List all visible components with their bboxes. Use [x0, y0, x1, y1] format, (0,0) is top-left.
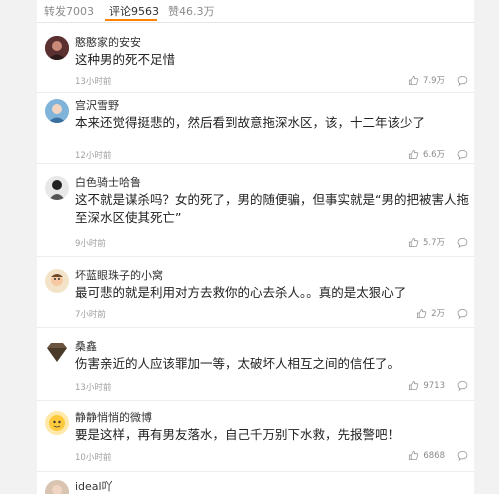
avatar[interactable] [45, 269, 69, 293]
avatar-image-icon [45, 411, 69, 435]
tab-comments[interactable]: 评论9563 [109, 3, 159, 19]
thumbs-up-icon[interactable] [408, 149, 419, 160]
comment-text: 要是这样，再有男友落水，自己千万别下水救，先报警吧！ [75, 427, 401, 442]
comment-username[interactable]: 憨憨家的安安 [75, 34, 141, 50]
comment-item: 桑鑫 伤害亲近的人应该罪加一等，太破坏人相互之间的信任了。 13小时前 9713 [37, 334, 474, 401]
comment-actions: 2万 [416, 307, 468, 319]
comment-item: 宫沢雪野 本来还觉得挺悲的，然后看到故意拖深水区，该，十二年该少了 12小时前 … [37, 93, 474, 164]
comment-text: 最可悲的就是利用对方去救你的心去杀人。。真的是太狠心了 [75, 285, 407, 300]
comment-bubble-icon[interactable] [457, 450, 468, 461]
avatar[interactable] [45, 176, 69, 200]
comment-username[interactable]: 静静悄悄的微博 [75, 409, 152, 425]
comment-username[interactable]: 坏蓝眼珠子的小窝 [75, 267, 163, 283]
thumbs-up-icon[interactable] [408, 450, 419, 461]
avatar[interactable] [45, 36, 69, 60]
comment-panel: 转发7003 评论9563 赞46.3万 憨憨家的安安 这种男的死不足惜 13小… [37, 0, 474, 494]
tab-likes[interactable]: 赞46.3万 [168, 3, 215, 19]
comment-actions: 6868 [408, 450, 468, 461]
comment-text: 这种男的死不足惜 [75, 52, 176, 67]
comment-bubble-icon[interactable] [457, 75, 468, 86]
thumbs-up-icon[interactable] [408, 380, 419, 391]
avatar[interactable] [45, 340, 69, 364]
comment-time: 13小时前 [75, 77, 112, 87]
comment-bubble-icon[interactable] [457, 380, 468, 391]
comment-actions: 6.6万 [408, 148, 468, 160]
comment-item: 静静悄悄的微博 要是这样，再有男友落水，自己千万别下水救，先报警吧！ 10小时前… [37, 405, 474, 472]
tab-bar: 转发7003 评论9563 赞46.3万 [37, 0, 474, 23]
comment-time: 13小时前 [75, 383, 112, 393]
tab-reposts[interactable]: 转发7003 [44, 3, 94, 19]
avatar-image-icon [45, 36, 69, 60]
comment-username[interactable]: 白色骑士哈鲁 [75, 174, 141, 190]
avatar[interactable] [45, 99, 69, 123]
avatar-image-icon [45, 269, 69, 293]
like-count[interactable]: 6868 [423, 451, 445, 461]
like-count[interactable]: 5.7万 [423, 236, 445, 248]
comment-bubble-icon[interactable] [457, 149, 468, 160]
active-tab-indicator [105, 19, 157, 21]
comment-time: 9小时前 [75, 239, 106, 249]
comment-text: 这不就是谋杀吗？女的死了，男的随便骗，但事实就是“男的把被害人拖至深水区使其死亡… [75, 192, 469, 225]
comment-item: ideal吖 [37, 474, 474, 494]
thumbs-up-icon[interactable] [408, 75, 419, 86]
thumbs-up-icon[interactable] [416, 308, 427, 319]
avatar-image-icon [45, 480, 69, 494]
comment-bubble-icon[interactable] [457, 237, 468, 248]
like-count[interactable]: 9713 [423, 381, 445, 391]
comment-time: 10小时前 [75, 453, 112, 463]
avatar-image-icon [45, 340, 69, 364]
comment-time: 12小时前 [75, 151, 112, 161]
comment-username[interactable]: 宫沢雪野 [75, 97, 119, 113]
avatar-image-icon [45, 176, 69, 200]
comment-username[interactable]: ideal吖 [75, 478, 113, 494]
like-count[interactable]: 6.6万 [423, 148, 445, 160]
avatar[interactable] [45, 411, 69, 435]
avatar-image-icon [45, 99, 69, 123]
thumbs-up-icon[interactable] [408, 237, 419, 248]
comment-time: 7小时前 [75, 310, 106, 320]
comment-text: 伤害亲近的人应该罪加一等，太破坏人相互之间的信任了。 [75, 356, 401, 371]
comment-actions: 5.7万 [408, 236, 468, 248]
comment-text: 本来还觉得挺悲的，然后看到故意拖深水区，该，十二年该少了 [75, 115, 426, 130]
like-count[interactable]: 7.9万 [423, 74, 445, 86]
like-count[interactable]: 2万 [431, 307, 445, 319]
comment-item: 白色骑士哈鲁 这不就是谋杀吗？女的死了，男的随便骗，但事实就是“男的把被害人拖至… [37, 170, 474, 257]
avatar[interactable] [45, 480, 69, 494]
comment-item: 憨憨家的安安 这种男的死不足惜 13小时前 7.9万 [37, 30, 474, 93]
comment-bubble-icon[interactable] [457, 308, 468, 319]
comment-username[interactable]: 桑鑫 [75, 338, 97, 354]
comment-actions: 9713 [408, 380, 468, 391]
comment-item: 坏蓝眼珠子的小窝 最可悲的就是利用对方去救你的心去杀人。。真的是太狠心了 7小时… [37, 263, 474, 328]
comment-actions: 7.9万 [408, 74, 468, 86]
